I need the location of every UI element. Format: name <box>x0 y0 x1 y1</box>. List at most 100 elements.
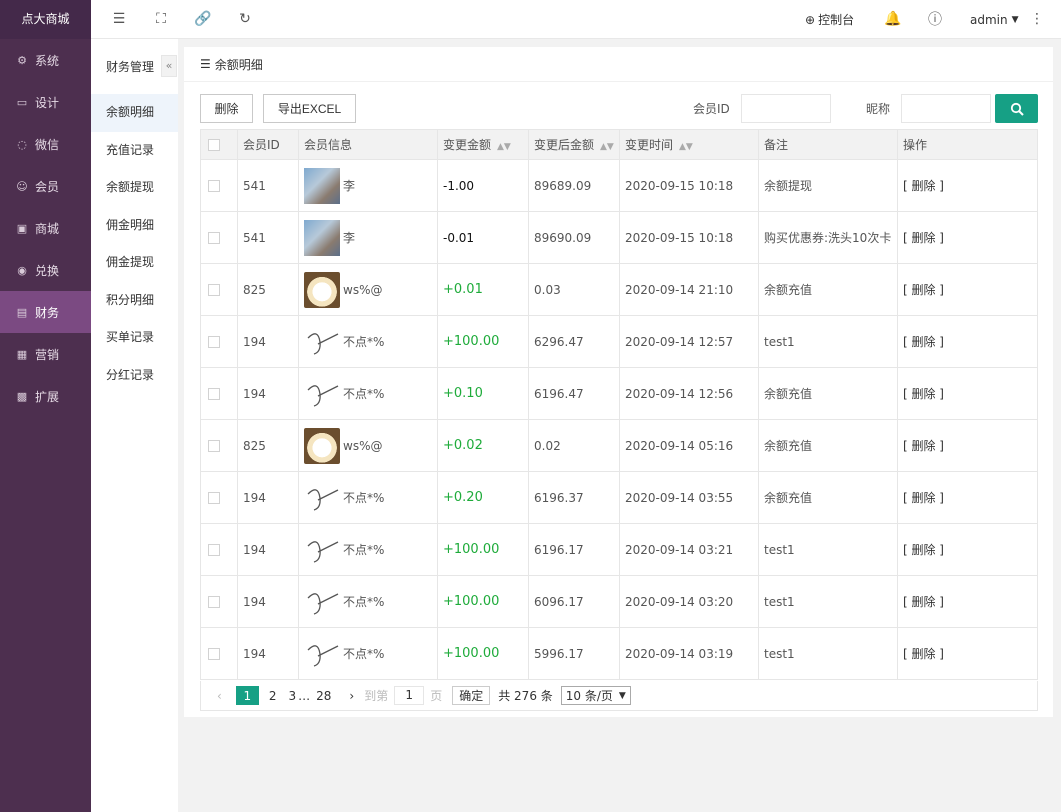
page-1-current[interactable]: 1 <box>235 686 259 705</box>
sidebar-item-1[interactable]: ▭ 设计 <box>0 81 91 123</box>
avatar <box>304 583 340 620</box>
sidebar-item-2[interactable]: ◌ 微信 <box>0 123 91 165</box>
sidebar-item-5[interactable]: ◉ 兑换 <box>0 249 91 291</box>
member-id-input[interactable] <box>741 94 831 123</box>
goto-confirm-button[interactable]: 确定 <box>452 686 491 705</box>
select-all-cell <box>200 129 238 160</box>
row-select-cell <box>200 211 238 264</box>
after-amount-cell: 6096.17 <box>528 575 620 628</box>
sidebar-item-6[interactable]: ▤ 财务 <box>0 291 91 333</box>
goto-page-input[interactable]: 1 <box>394 686 425 705</box>
after-amount-cell: 6196.37 <box>528 471 620 524</box>
col-member-info: 会员信息 <box>298 129 438 160</box>
row-checkbox[interactable] <box>208 336 220 348</box>
member-name: ws%@ <box>343 282 383 297</box>
sidebar-item-0[interactable]: ⚙ 系统 <box>0 39 91 81</box>
amount-cell: +100.00 <box>437 315 529 368</box>
after-amount-cell: 89689.09 <box>528 159 620 212</box>
subnav-item-1[interactable]: 充值记录 <box>91 132 178 170</box>
row-checkbox[interactable] <box>208 388 220 400</box>
subnav-item-7[interactable]: 分红记录 <box>91 357 178 395</box>
sidebar-item-8[interactable]: ▩ 扩展 <box>0 375 91 417</box>
row-checkbox[interactable] <box>208 232 220 244</box>
sort-icon[interactable]: ▲▼ <box>679 142 693 152</box>
prev-page-button[interactable]: ‹ <box>217 689 222 703</box>
page-3-button[interactable]: 3 <box>288 689 296 703</box>
subnav-item-3[interactable]: 佣金明细 <box>91 207 178 245</box>
amount-value: +100.00 <box>443 334 500 349</box>
subnav-item-0[interactable]: 余额明细 <box>91 94 178 132</box>
select-all-checkbox[interactable] <box>208 139 220 151</box>
row-delete-link[interactable]: [ 删除 ] <box>903 387 944 401</box>
row-delete-link[interactable]: [ 删除 ] <box>903 595 944 609</box>
row-checkbox[interactable] <box>208 180 220 192</box>
member-id-cell: 194 <box>237 523 299 576</box>
time-cell: 2020-09-14 12:56 <box>619 367 759 420</box>
page-2-button[interactable]: 2 <box>269 689 277 703</box>
row-checkbox[interactable] <box>208 492 220 504</box>
col-amount[interactable]: 变更金额 ▲▼ <box>437 129 529 160</box>
sidebar-item-label: 设计 <box>35 95 60 110</box>
collapse-subnav-button[interactable]: « <box>161 55 177 77</box>
refresh-icon[interactable]: ↻ <box>237 11 253 27</box>
export-excel-button[interactable]: 导出EXCEL <box>263 94 356 123</box>
subnav-item-4[interactable]: 佣金提现 <box>91 244 178 282</box>
row-delete-link[interactable]: [ 删除 ] <box>903 335 944 349</box>
row-select-cell <box>200 367 238 420</box>
table-row: 825 ws%@ +0.02 0.02 2020-09-14 05:16 余额充值 [ 删除… <box>200 419 1038 472</box>
bell-icon[interactable]: 🔔 <box>884 11 901 27</box>
action-cell: [ 删除 ] <box>897 367 1038 420</box>
subnav-item-2[interactable]: 余额提现 <box>91 169 178 207</box>
wechat-icon: ◌ <box>17 137 27 151</box>
sidebar-item-7[interactable]: ▦ 营销 <box>0 333 91 375</box>
row-checkbox[interactable] <box>208 648 220 660</box>
time-cell: 2020-09-14 03:21 <box>619 523 759 576</box>
subnav-item-6[interactable]: 买单记录 <box>91 319 178 357</box>
amount-value: +0.02 <box>443 438 483 453</box>
row-delete-link[interactable]: [ 删除 ] <box>903 647 944 661</box>
fullscreen-icon[interactable]: ⛶ <box>153 11 169 27</box>
row-checkbox[interactable] <box>208 596 220 608</box>
row-delete-link[interactable]: [ 删除 ] <box>903 283 944 297</box>
action-cell: [ 删除 ] <box>897 627 1038 680</box>
row-delete-link[interactable]: [ 删除 ] <box>903 543 944 557</box>
delete-button[interactable]: 删除 <box>200 94 253 123</box>
amount-cell: -0.01 <box>437 211 529 264</box>
sort-icon[interactable]: ▲▼ <box>497 142 511 152</box>
next-page-button[interactable]: › <box>349 689 354 703</box>
sidebar-item-4[interactable]: ▣ 商城 <box>0 207 91 249</box>
user-menu[interactable]: admin ▼ <box>970 0 1019 39</box>
row-checkbox[interactable] <box>208 284 220 296</box>
member-id-cell: 194 <box>237 315 299 368</box>
row-delete-link[interactable]: [ 删除 ] <box>903 439 944 453</box>
row-delete-link[interactable]: [ 删除 ] <box>903 491 944 505</box>
remark-cell: 余额充值 <box>758 263 898 316</box>
link-icon[interactable]: 🔗 <box>194 11 211 27</box>
console-link[interactable]: ⊕ 控制台 <box>805 0 854 39</box>
remark-cell: 余额提现 <box>758 159 898 212</box>
row-checkbox[interactable] <box>208 440 220 452</box>
amount-value: +0.20 <box>443 490 483 505</box>
sort-icon[interactable]: ▲▼ <box>600 142 614 152</box>
row-delete-link[interactable]: [ 删除 ] <box>903 231 944 245</box>
sidebar-item-3[interactable]: ☺ 会员 <box>0 165 91 207</box>
menu-toggle-icon[interactable]: ☰ <box>111 11 127 27</box>
page-size-select[interactable]: 10 条/页 ▼ <box>560 686 631 705</box>
row-checkbox[interactable] <box>208 544 220 556</box>
subnav-item-5[interactable]: 积分明细 <box>91 282 178 320</box>
gift-icon: ▦ <box>16 347 28 361</box>
avatar <box>304 323 340 360</box>
col-time[interactable]: 变更时间 ▲▼ <box>619 129 759 160</box>
gear-icon: ⚙ <box>17 53 27 67</box>
more-vertical-icon[interactable]: ⋮ <box>1029 11 1045 27</box>
nickname-input[interactable] <box>901 94 991 123</box>
sidebar-item-label: 扩展 <box>35 389 60 404</box>
search-button[interactable] <box>995 94 1038 123</box>
row-delete-link[interactable]: [ 删除 ] <box>903 179 944 193</box>
amount-cell: +0.02 <box>437 419 529 472</box>
sidebar-item-label: 兑换 <box>35 263 60 278</box>
col-after-amount[interactable]: 变更后金额 ▲▼ <box>528 129 620 160</box>
row-select-cell <box>200 263 238 316</box>
help-icon[interactable]: ⓘ <box>927 11 943 28</box>
page-28-button[interactable]: 28 <box>316 689 331 703</box>
